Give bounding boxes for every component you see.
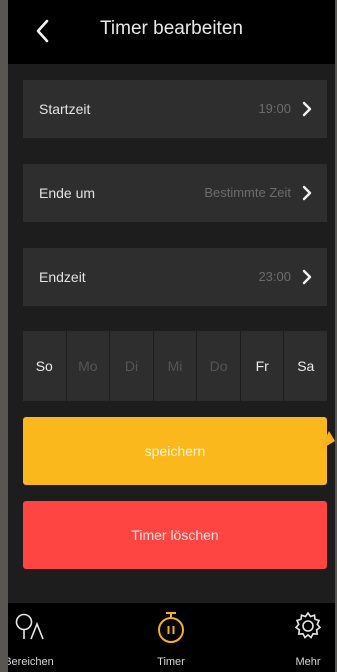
start-time-value: 19:00: [258, 101, 291, 116]
app-screen: Timer bearbeiten Startzeit 19:00 Ende um…: [8, 0, 335, 672]
day-toggle-mo[interactable]: Mo: [66, 331, 110, 401]
delete-timer-button[interactable]: Timer löschen: [23, 501, 327, 569]
chevron-right-icon: [302, 185, 312, 201]
end-time-row[interactable]: Endzeit 23:00: [23, 248, 327, 306]
day-toggle-do[interactable]: Do: [197, 331, 240, 401]
day-toggle-mi[interactable]: Mi: [153, 331, 197, 401]
page-title: Timer bearbeiten: [100, 18, 243, 39]
save-button[interactable]: speichern: [23, 417, 327, 485]
tab-label-timer: Timer: [157, 656, 185, 668]
chevron-right-icon: [302, 269, 312, 285]
pointer-arrow-icon: [320, 431, 335, 450]
end-mode-row[interactable]: Ende um Bestimmte Zeit: [23, 164, 327, 222]
start-time-row[interactable]: Startzeit 19:00: [23, 80, 327, 138]
end-time-value: 23:00: [258, 269, 291, 284]
tab-timer[interactable]: Timer: [146, 603, 196, 672]
end-mode-value: Bestimmte Zeit: [204, 185, 291, 200]
chevron-right-icon: [302, 101, 312, 117]
tab-label-mehr: Mehr: [295, 656, 321, 668]
tab-bar: Bereichen Timer Mehr: [8, 603, 335, 672]
area-icon: [15, 613, 44, 640]
end-time-label: Endzeit: [39, 269, 86, 285]
gear-icon: [294, 611, 322, 639]
timer-icon: [158, 612, 184, 643]
day-toggle-fr[interactable]: Fr: [240, 331, 284, 401]
tab-bereichen[interactable]: Bereichen: [8, 603, 54, 672]
header-bar: Timer bearbeiten: [8, 0, 335, 64]
weekday-selector: So Mo Di Mi Do Fr Sa: [23, 331, 328, 401]
tab-mehr[interactable]: Mehr: [283, 603, 333, 672]
day-toggle-sa[interactable]: Sa: [284, 331, 328, 401]
tab-label-bereichen: Bereichen: [8, 656, 54, 668]
day-toggle-di[interactable]: Di: [110, 331, 153, 401]
day-toggle-so[interactable]: So: [23, 331, 66, 401]
end-mode-label: Ende um: [39, 185, 96, 201]
start-time-label: Startzeit: [39, 101, 91, 117]
